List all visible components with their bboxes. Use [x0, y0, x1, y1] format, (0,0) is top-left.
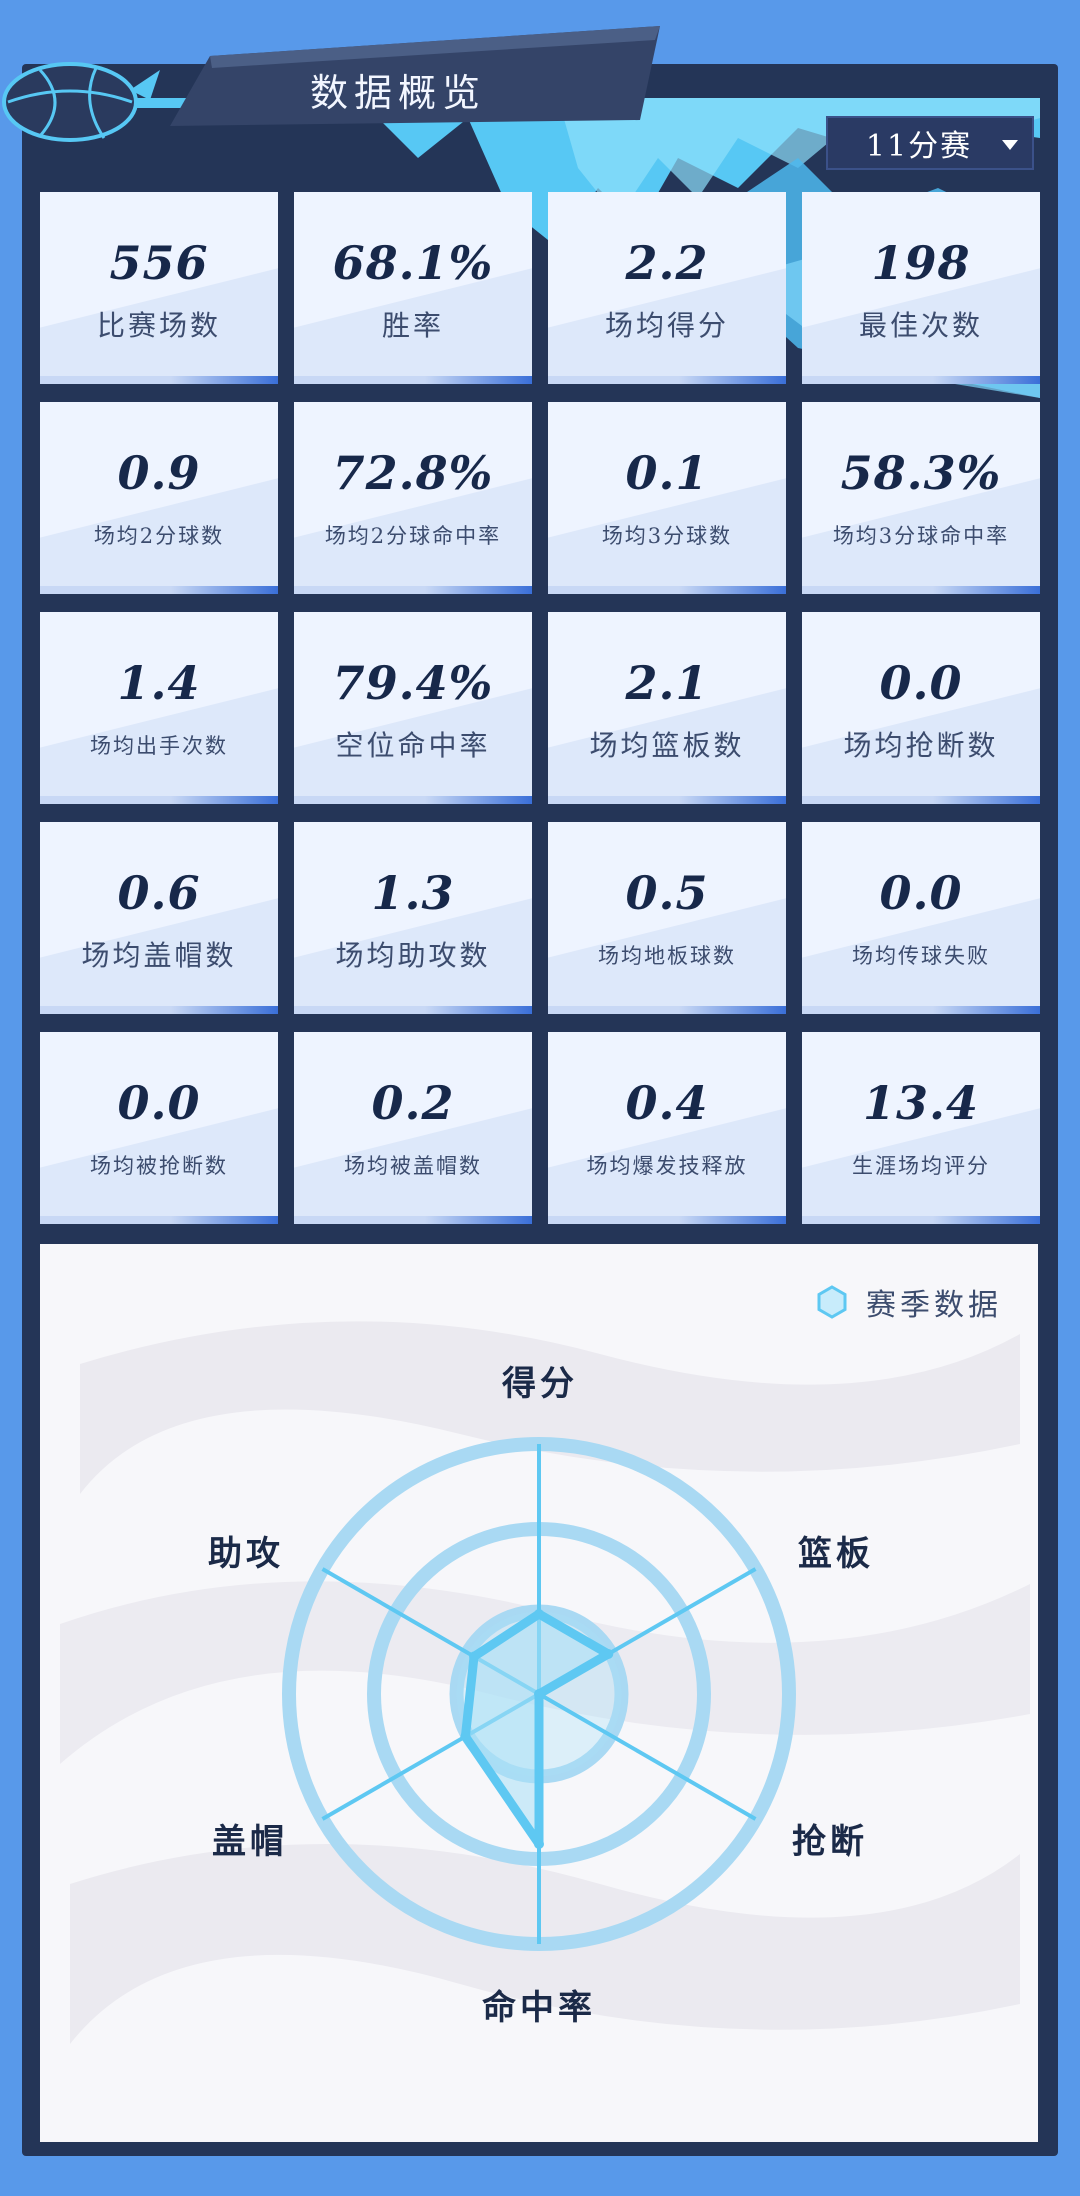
stat-value: 72.8%: [332, 446, 494, 500]
axis-label-steal: 抢断: [792, 1822, 868, 1862]
stat-value: 2.2: [625, 236, 709, 290]
page-title: 数据概览: [310, 71, 487, 115]
stat-label: 最佳次数: [858, 309, 983, 342]
stat-card: 0.0 场均抢断数: [802, 612, 1040, 804]
stat-card: 0.0 场均传球失败: [802, 822, 1040, 1014]
stat-label: 生涯场均评分: [852, 1154, 990, 1178]
stat-label: 场均爆发技释放: [586, 1154, 748, 1178]
radar-point: [603, 1649, 614, 1659]
stat-value: 79.4%: [332, 656, 494, 710]
stat-value: 0.6: [117, 866, 201, 920]
axis-label-accuracy: 命中率: [482, 1988, 596, 2028]
stat-card: 2.2 场均得分: [548, 192, 786, 384]
stat-card: 198 最佳次数: [802, 192, 1040, 384]
stat-label: 场均2分球数: [93, 524, 225, 548]
stat-label: 场均2分球命中率: [324, 524, 502, 548]
season-select-label: 11分赛: [865, 129, 973, 164]
stat-value: 556: [109, 236, 209, 290]
axis-label-rebound: 篮板: [798, 1534, 874, 1574]
stat-card: 0.9 场均2分球数: [40, 402, 278, 594]
radar-point: [534, 1689, 544, 1699]
stat-label: 场均被抢断数: [90, 1154, 228, 1178]
stat-value: 58.3%: [840, 446, 1002, 500]
stat-value: 2.1: [625, 656, 709, 710]
stat-card: 1.4 场均出手次数: [40, 612, 278, 804]
stat-card: 0.1 场均3分球数: [548, 402, 786, 594]
stat-value: 68.1%: [332, 236, 494, 290]
stat-card: 2.1 场均篮板数: [548, 612, 786, 804]
stat-card: 556 比赛场数: [40, 192, 278, 384]
stat-value: 1.4: [117, 656, 201, 710]
stat-label: 场均得分: [604, 309, 729, 342]
stat-label: 场均被盖帽数: [344, 1154, 482, 1178]
basketball-icon: [2, 62, 160, 142]
stat-card: 72.8% 场均2分球命中率: [294, 402, 532, 594]
stat-label: 场均3分球数: [601, 524, 733, 548]
stat-value: 1.3: [371, 866, 455, 920]
stat-label: 场均出手次数: [90, 734, 228, 758]
stat-value: 0.5: [625, 866, 709, 920]
radar-point: [460, 1731, 471, 1742]
stat-value: 0.1: [625, 446, 709, 500]
stat-value: 0.2: [371, 1076, 455, 1130]
axis-label-block: 盖帽: [212, 1822, 288, 1862]
radar-point: [469, 1651, 480, 1662]
stat-card: 0.0 场均被抢断数: [40, 1032, 278, 1224]
stat-label: 空位命中率: [335, 729, 491, 762]
stat-value: 0.0: [879, 656, 963, 710]
radar-point: [534, 1839, 544, 1849]
stat-label: 场均传球失败: [852, 944, 990, 968]
stat-label: 比赛场数: [96, 309, 221, 342]
stat-card: 1.3 场均助攻数: [294, 822, 532, 1014]
stat-label: 胜率: [381, 309, 444, 342]
stat-card: 58.3% 场均3分球命中率: [802, 402, 1040, 594]
stat-card: 0.6 场均盖帽数: [40, 822, 278, 1014]
stat-card: 0.4 场均爆发技释放: [548, 1032, 786, 1224]
stat-value: 0.4: [625, 1076, 709, 1130]
title-banner: 数据概览: [150, 26, 660, 126]
stat-value: 198: [871, 236, 971, 290]
stat-label: 场均盖帽数: [81, 939, 237, 972]
stat-card: 79.4% 空位命中率: [294, 612, 532, 804]
stat-value: 13.4: [862, 1076, 980, 1130]
chevron-down-icon: [1002, 140, 1018, 150]
stats-grid: 556 比赛场数 68.1% 胜率 2.2 场均得分 198 最佳次数 0.9 …: [40, 192, 1040, 1224]
stat-card: 0.5 场均地板球数: [548, 822, 786, 1014]
radar-point: [534, 1609, 544, 1619]
stat-value: 0.9: [117, 446, 201, 500]
stat-label: 场均地板球数: [598, 944, 736, 968]
stat-value: 0.0: [117, 1076, 201, 1130]
radar-chart-panel: 赛季数据 得分 篮板 抢断 命中率 盖帽 助攻: [40, 1244, 1038, 2142]
stat-label: 场均3分球命中率: [832, 524, 1010, 548]
stat-value: 0.0: [879, 866, 963, 920]
stat-label: 场均篮板数: [589, 729, 745, 762]
stat-label: 场均抢断数: [843, 729, 999, 762]
stat-card: 68.1% 胜率: [294, 192, 532, 384]
stat-card: 0.2 场均被盖帽数: [294, 1032, 532, 1224]
season-select-dropdown[interactable]: 11分赛: [826, 116, 1034, 170]
stat-card: 13.4 生涯场均评分: [802, 1032, 1040, 1224]
axis-label-score: 得分: [502, 1364, 578, 1404]
stat-label: 场均助攻数: [335, 939, 491, 972]
axis-label-assist: 助攻: [208, 1534, 284, 1574]
